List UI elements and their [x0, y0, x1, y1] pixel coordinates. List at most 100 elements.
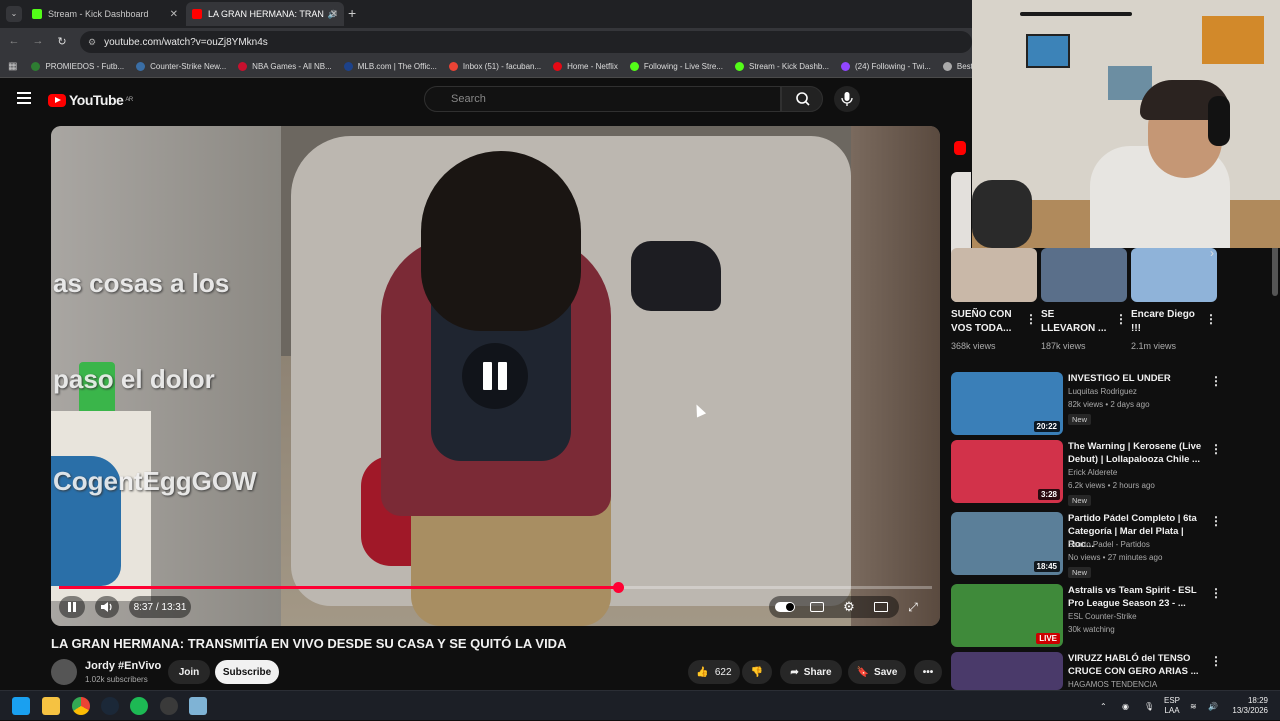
bookmark-item[interactable]: PROMIEDOS - Futb... [31, 62, 124, 71]
site-info-icon[interactable]: ⚙ [88, 37, 96, 48]
new-tab-button[interactable]: + [348, 5, 356, 21]
subtitles-button[interactable] [807, 596, 827, 618]
center-pause-icon[interactable] [462, 343, 528, 409]
region-label: AR [125, 97, 133, 103]
short-title[interactable]: SE LLEVARON ... [1041, 308, 1111, 336]
short-thumbnail[interactable] [951, 248, 1037, 302]
miniplayer-icon [874, 602, 888, 612]
channel-name[interactable]: Jordy #EnVivo [85, 660, 161, 672]
more-vertical-icon[interactable]: ⋮ [1210, 586, 1222, 600]
more-vertical-icon[interactable]: ⋮ [1205, 312, 1217, 326]
speaker-icon[interactable]: 🔊 [1208, 691, 1218, 721]
recommendation-thumbnail[interactable]: 3:28 [951, 440, 1063, 503]
network-icon[interactable]: ◉ [1122, 691, 1129, 721]
more-vertical-icon[interactable]: ⋮ [1210, 442, 1222, 456]
recommendation-channel[interactable]: Scatto Padel - Partidos [1068, 540, 1150, 549]
recommendation-title[interactable]: INVESTIGO EL UNDER [1068, 372, 1206, 385]
more-vertical-icon[interactable]: ⋮ [1210, 654, 1222, 668]
recommendation-title[interactable]: The Warning | Kerosene (Live Debut) | Lo… [1068, 440, 1206, 466]
video-player[interactable]: as cosas a los paso el dolor CogentEggGO… [51, 126, 940, 626]
bookmark-item[interactable]: Inbox (51) - facuban... [448, 62, 541, 71]
recommendation-thumbnail[interactable]: LIVE [951, 584, 1063, 647]
tab-search-dropdown-icon[interactable]: ⌄ [6, 6, 22, 22]
url-text: youtube.com/watch?v=ouZj8YMkn4s [104, 36, 268, 48]
obs-icon[interactable] [160, 697, 178, 715]
chrome-icon[interactable] [72, 697, 90, 715]
recommendation-thumbnail[interactable]: 20:22 [951, 372, 1063, 435]
shorts-next-icon[interactable]: › [1210, 246, 1214, 260]
bookmark-item[interactable]: Best F [942, 62, 972, 71]
join-button[interactable]: Join [168, 660, 210, 684]
more-actions-button[interactable]: ••• [914, 660, 942, 684]
more-vertical-icon[interactable]: ⋮ [1115, 312, 1127, 326]
reload-icon[interactable]: ↻ [50, 35, 74, 48]
subscribe-button[interactable]: Subscribe [215, 660, 279, 684]
bookmark-item[interactable]: Counter-Strike New... [136, 62, 226, 71]
voice-search-button[interactable] [834, 86, 860, 112]
subscriber-count: 1.02k subscribers [85, 675, 148, 684]
bookmark-item[interactable]: Stream - Kick Dashb... [734, 62, 829, 71]
dislike-button[interactable]: 👎 [742, 660, 772, 684]
more-vertical-icon[interactable]: ⋮ [1025, 312, 1037, 326]
webcam-chair [972, 180, 1032, 248]
browser-tab-kick[interactable]: Stream - Kick Dashboard ✕ [26, 2, 184, 26]
recommendation-channel[interactable]: Luquitas Rodriguez [1068, 387, 1137, 396]
page-scrollbar[interactable] [1272, 240, 1278, 296]
like-button[interactable]: 👍 622 [688, 660, 740, 684]
search-button[interactable] [781, 86, 823, 112]
recommendation-title[interactable]: VIRUZZ HABLÓ del TENSO CRUCE CON GERO AR… [1068, 652, 1206, 678]
recommendation-channel[interactable]: ESL Counter-Strike [1068, 612, 1137, 621]
seek-bar-handle[interactable] [612, 582, 624, 593]
bookmark-icon: 🔖 [856, 666, 870, 678]
bookmark-item[interactable]: NBA Games - All NB... [238, 62, 332, 71]
close-tab-icon[interactable]: ✕ [170, 9, 178, 20]
bookmark-label: NBA Games - All NB... [252, 62, 332, 71]
clock[interactable]: 18:29 13/3/2026 [1226, 691, 1268, 721]
youtube-logo[interactable]: YouTube AR [48, 92, 133, 108]
back-arrow-icon[interactable]: ← [2, 35, 26, 47]
pause-button[interactable] [59, 596, 85, 618]
wifi-icon[interactable]: ≋ [1190, 691, 1197, 721]
steam-icon[interactable] [101, 697, 119, 715]
bookmark-item[interactable]: Following - Live Stre... [629, 62, 723, 71]
close-tab-icon[interactable]: ✕ [330, 9, 338, 20]
recommendation-channel[interactable]: HAGAMOS TENDENCIA [1068, 680, 1157, 689]
recommendation-meta: No views • 27 minutes ago [1068, 553, 1163, 562]
more-vertical-icon[interactable]: ⋮ [1210, 514, 1222, 528]
app-icon[interactable] [189, 697, 207, 715]
share-button[interactable]: ➦ Share [780, 660, 842, 684]
spotify-icon[interactable] [130, 697, 148, 715]
file-explorer-icon[interactable] [42, 697, 60, 715]
bookmark-item[interactable]: Home - Netflix [553, 62, 618, 71]
short-title[interactable]: SUEÑO CON VOS TODA... [951, 308, 1021, 336]
more-vertical-icon[interactable]: ⋮ [1210, 374, 1222, 388]
save-button[interactable]: 🔖 Save [848, 660, 906, 684]
volume-button[interactable] [95, 596, 119, 618]
microphone-tray-icon[interactable]: 🎙 [1144, 691, 1154, 721]
forward-arrow-icon[interactable]: → [26, 35, 50, 47]
short-title[interactable]: Encare Diego !!! [1131, 308, 1201, 336]
short-thumbnail[interactable] [1041, 248, 1127, 302]
url-input[interactable]: ⚙ youtube.com/watch?v=ouZj8YMkn4s [80, 31, 972, 53]
settings-button[interactable]: ⚙ [839, 596, 859, 618]
new-badge: New [1068, 495, 1092, 506]
language-indicator[interactable]: ESP LAA [1164, 691, 1180, 721]
bookmark-item[interactable]: MLB.com | The Offic... [343, 62, 437, 71]
windows-start-icon[interactable] [12, 697, 30, 715]
autoplay-toggle[interactable] [773, 596, 797, 618]
search-input[interactable]: Search [424, 86, 781, 112]
apps-grid-icon[interactable]: ▦ [8, 61, 17, 72]
browser-tab-youtube[interactable]: LA GRAN HERMANA: TRAN 🔊 ✕ [186, 2, 344, 26]
recommendation-thumbnail[interactable] [951, 652, 1063, 690]
channel-avatar[interactable] [51, 659, 77, 685]
hamburger-menu-icon[interactable] [17, 92, 31, 104]
miniplayer-button[interactable] [871, 596, 891, 618]
recommendation-title[interactable]: Astralis vs Team Spirit - ESL Pro League… [1068, 584, 1206, 610]
fullscreen-button[interactable]: ⤢ [903, 596, 923, 618]
recommendation-channel[interactable]: Erick Alderete [1068, 468, 1117, 477]
recommendation-thumbnail[interactable]: 18:45 [951, 512, 1063, 575]
bookmark-item[interactable]: (24) Following - Twi... [841, 62, 931, 71]
short-thumbnail[interactable] [1131, 248, 1217, 302]
seek-bar[interactable] [59, 582, 932, 593]
tray-chevron-icon[interactable]: ⌃ [1100, 691, 1107, 721]
